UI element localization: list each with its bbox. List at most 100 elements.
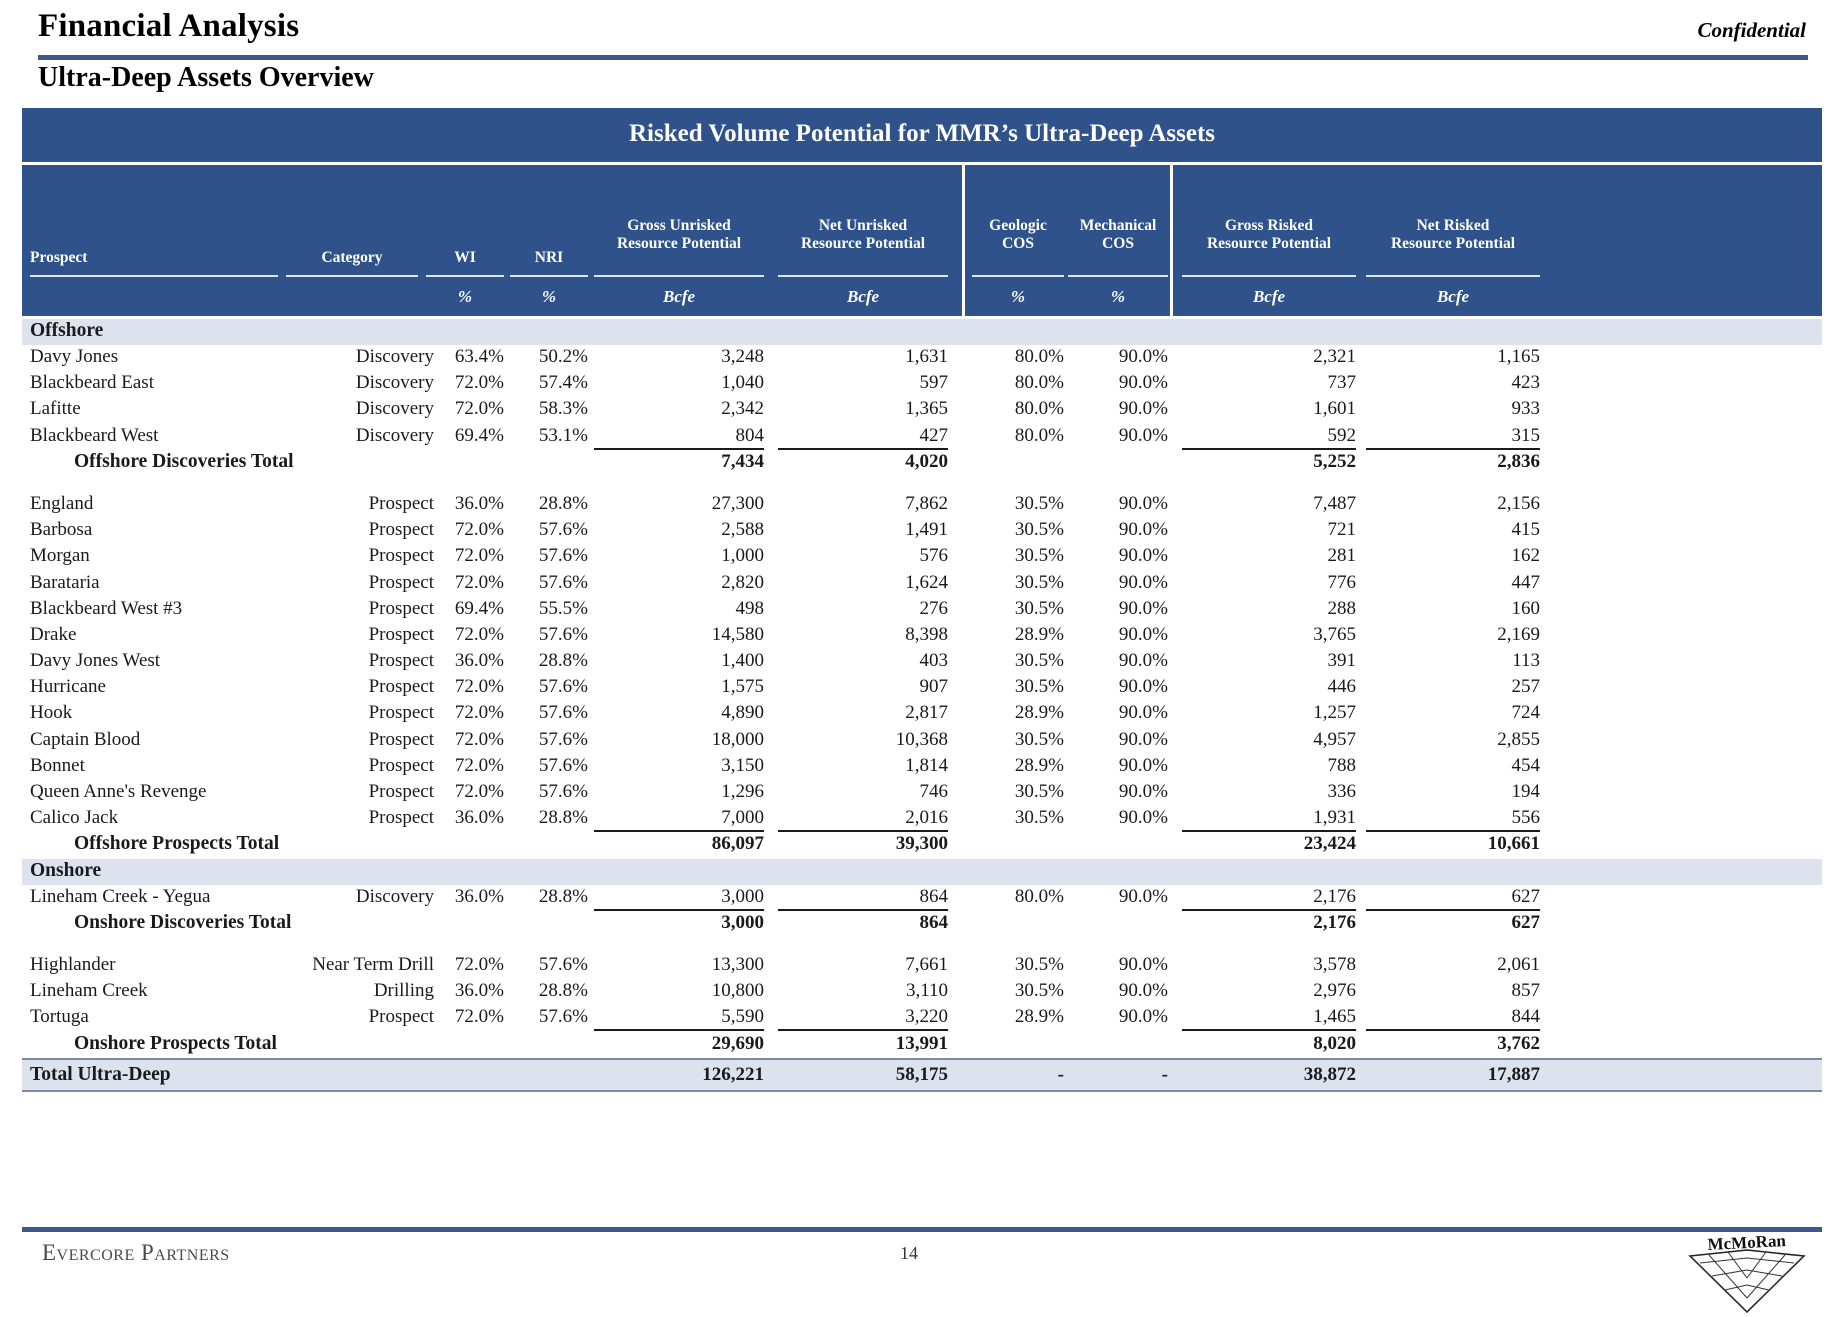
cell-net-risked: 415	[1511, 519, 1541, 541]
cell-geologic-cos: 30.5%	[1014, 545, 1064, 567]
data-row: Hook Prospect 72.0% 57.6% 4,890 2,817 28.9% 90.…	[22, 701, 1822, 727]
cell-nri: 50.2%	[538, 346, 588, 367]
cell-gross-unrisked: 5,590	[721, 1006, 764, 1028]
cell-gross-risked: 391	[1327, 650, 1357, 672]
cell-net-risked: 1,165	[1497, 346, 1540, 367]
col-header-mechanical-cos: Mechanical COS	[1079, 217, 1157, 252]
cell-nri: 57.4%	[538, 372, 588, 394]
cell-category: Drilling	[373, 980, 434, 1002]
page-header: Financial Analysis Confidential	[38, 8, 1806, 60]
unit-net-unrisked: Bcfe	[846, 287, 880, 306]
grand-total-gross-unrisked: 126,221	[702, 1063, 764, 1085]
cell-net-risked: 315	[1511, 424, 1541, 446]
cell-category: Prospect	[368, 650, 434, 672]
cell-gross-risked: 592	[1327, 424, 1357, 446]
cell-geologic-cos: 80.0%	[1014, 372, 1064, 394]
cell-net-unrisked: 8,398	[905, 623, 948, 645]
cell-net-risked: 113	[1512, 650, 1540, 672]
grand-total-mechanical-cos: -	[1161, 1063, 1168, 1085]
grand-total-gross-risked: 38,872	[1303, 1063, 1356, 1085]
cell-net-unrisked: 3,220	[905, 1006, 948, 1028]
cell-gross-unrisked: 4,890	[721, 702, 764, 724]
cell-nri: 53.1%	[538, 424, 588, 446]
cell-net-unrisked: 907	[919, 676, 949, 698]
cell-wi: 36.0%	[454, 492, 504, 514]
mcmoran-logo: McMoRan	[1680, 1228, 1815, 1316]
cell-wi: 36.0%	[454, 807, 504, 829]
data-row: Calico Jack Prospect 36.0% 28.8% 7,000 2,016 3…	[22, 806, 1822, 833]
cell-net-risked: 194	[1511, 781, 1541, 802]
cell-net-risked: 257	[1511, 676, 1541, 698]
cell-wi: 63.4%	[454, 346, 504, 367]
data-row: Davy Jones Discovery 63.4% 50.2% 3,248 1,631 8…	[22, 345, 1822, 371]
cell-category: Prospect	[368, 728, 434, 750]
col-rule-geologic-cos	[972, 275, 1064, 277]
cell-mechanical-cos: 90.0%	[1118, 650, 1168, 672]
cell-wi: 36.0%	[454, 650, 504, 672]
data-row: Captain Blood Prospect 72.0% 57.6% 18,000 10,…	[22, 728, 1822, 754]
cell-gross-risked: 3,765	[1313, 623, 1356, 645]
cell-prospect: Highlander	[30, 953, 116, 975]
cell-net-risked: 160	[1511, 597, 1541, 619]
cell-gross-unrisked: 13,300	[711, 953, 764, 975]
cell-geologic-cos: 80.0%	[1014, 885, 1064, 907]
cell-net-risked: 627	[1511, 885, 1541, 907]
cell-geologic-cos: 28.9%	[1014, 623, 1064, 645]
cell-geologic-cos: 80.0%	[1014, 398, 1064, 420]
cell-gross-risked: 1,931	[1313, 807, 1356, 829]
cell-wi: 72.0%	[454, 545, 504, 567]
cell-mechanical-cos: 90.0%	[1118, 398, 1168, 420]
cell-category: Prospect	[368, 807, 434, 829]
cell-wi: 72.0%	[454, 623, 504, 645]
subtotal-label: Offshore Prospects Total	[74, 833, 280, 855]
cell-wi: 72.0%	[454, 754, 504, 776]
row-spacer	[22, 476, 1822, 492]
subtotal-net-unrisked: 13,991	[895, 1032, 948, 1054]
subtotal-net-risked: 2,836	[1497, 450, 1540, 472]
cell-category: Prospect	[368, 1006, 434, 1028]
cell-wi: 36.0%	[454, 980, 504, 1002]
cell-net-risked: 2,061	[1497, 953, 1540, 975]
cell-category: Prospect	[368, 676, 434, 698]
cell-nri: 57.6%	[538, 781, 588, 802]
unit-net-risked: Bcfe	[1436, 287, 1470, 306]
cell-prospect: Blackbeard West #3	[30, 597, 183, 619]
cell-net-risked: 2,156	[1497, 492, 1540, 514]
cell-geologic-cos: 28.9%	[1014, 702, 1064, 724]
col-header-nri: NRI	[534, 249, 564, 266]
data-row: Morgan Prospect 72.0% 57.6% 1,000 576 30.5% 90.…	[22, 544, 1822, 570]
unit-separator-cos	[962, 283, 965, 319]
cell-net-unrisked: 7,661	[905, 953, 948, 975]
col-rule-nri	[510, 275, 588, 277]
cell-gross-unrisked: 2,588	[721, 519, 764, 541]
cell-geologic-cos: 30.5%	[1014, 571, 1064, 593]
col-rule-net-unrisked	[778, 275, 948, 277]
cell-net-unrisked: 746	[919, 781, 949, 802]
cell-net-risked: 162	[1511, 545, 1541, 567]
cell-category: Prospect	[368, 492, 434, 514]
cell-nri: 57.6%	[538, 754, 588, 776]
cell-net-unrisked: 1,491	[905, 519, 948, 541]
cell-category: Prospect	[368, 545, 434, 567]
cell-wi: 69.4%	[454, 597, 504, 619]
cell-mechanical-cos: 90.0%	[1118, 676, 1168, 698]
data-row: Tortuga Prospect 72.0% 57.6% 5,590 3,220 28.9%…	[22, 1005, 1822, 1032]
subtotal-net-risked: 10,661	[1487, 833, 1540, 855]
cell-nri: 28.8%	[538, 650, 588, 672]
cell-nri: 58.3%	[538, 398, 588, 420]
group-header-row: Onshore	[22, 858, 1822, 885]
grand-total-net-unrisked: 58,175	[895, 1063, 948, 1085]
cell-geologic-cos: 30.5%	[1014, 519, 1064, 541]
subtotal-row: Onshore Prospects Total 29,690 13,991 8,020…	[22, 1032, 1822, 1058]
cell-net-risked: 423	[1511, 372, 1541, 394]
cell-nri: 57.6%	[538, 953, 588, 975]
cell-category: Discovery	[355, 398, 434, 420]
cell-mechanical-cos: 90.0%	[1118, 885, 1168, 907]
data-row: Lineham Creek Drilling 36.0% 28.8% 10,800 3,1…	[22, 979, 1822, 1005]
unit-separator-risked	[1170, 283, 1173, 319]
cell-gross-unrisked: 1,040	[721, 372, 764, 394]
col-header-gross-risked: Gross Risked Resource Potential	[1206, 217, 1332, 252]
grand-total-row: Total Ultra-Deep 126,221 58,175 - - 38,872 17,…	[22, 1057, 1822, 1092]
group-label: Onshore	[30, 859, 102, 881]
cell-net-unrisked: 864	[919, 885, 949, 907]
